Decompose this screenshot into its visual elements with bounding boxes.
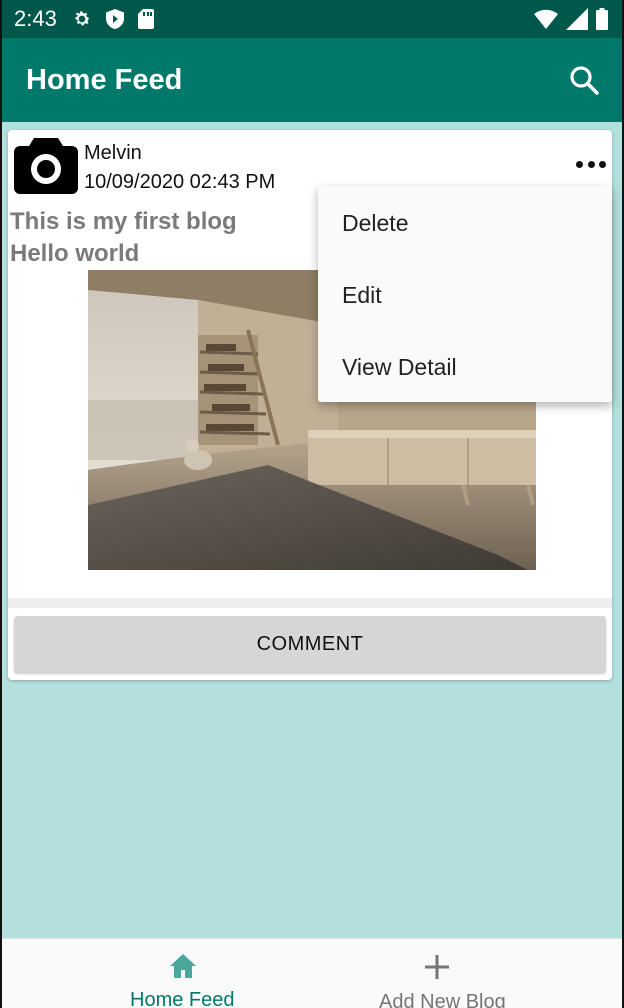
plus-icon (425, 955, 449, 979)
post-author: Melvin (84, 142, 142, 164)
phone-screen: 2:43 Home Feed Melvin 10/09/2020 02:43 P… (2, 0, 622, 1008)
comment-button[interactable]: COMMENT (14, 616, 606, 672)
shield-icon (106, 9, 124, 29)
bottom-navigation: Home Feed Add New Blog (2, 938, 622, 1008)
page-title: Home Feed (26, 64, 183, 96)
more-horizontal-icon[interactable] (576, 154, 606, 174)
status-icons-left (72, 8, 154, 30)
gear-icon (75, 11, 90, 26)
signal-icon (566, 8, 588, 30)
menu-item-delete[interactable]: Delete (342, 210, 408, 237)
home-icon (170, 954, 196, 978)
search-icon[interactable] (568, 64, 600, 96)
menu-item-view-detail[interactable]: View Detail (342, 354, 457, 381)
camera-icon (14, 138, 78, 194)
status-time: 2:43 (14, 6, 57, 31)
nav-label-home-feed: Home Feed (130, 989, 235, 1008)
nav-home-feed[interactable]: Home Feed (2, 939, 312, 1008)
post-date: 10/09/2020 02:43 PM (84, 171, 276, 193)
battery-icon (596, 8, 608, 30)
status-icons-right (534, 8, 608, 30)
status-bar: 2:43 (2, 0, 622, 38)
menu-item-edit[interactable]: Edit (342, 282, 382, 309)
sd-card-icon (138, 9, 154, 29)
nav-label-add-new-blog: Add New Blog (379, 991, 506, 1008)
post-options-menu: Delete Edit View Detail (318, 186, 612, 402)
card-divider (8, 598, 612, 608)
nav-add-new-blog[interactable]: Add New Blog (312, 939, 622, 1008)
wifi-icon (534, 9, 558, 29)
app-bar: Home Feed (2, 38, 622, 122)
post-body: Hello world (10, 240, 140, 267)
post-title: This is my first blog (10, 208, 237, 235)
